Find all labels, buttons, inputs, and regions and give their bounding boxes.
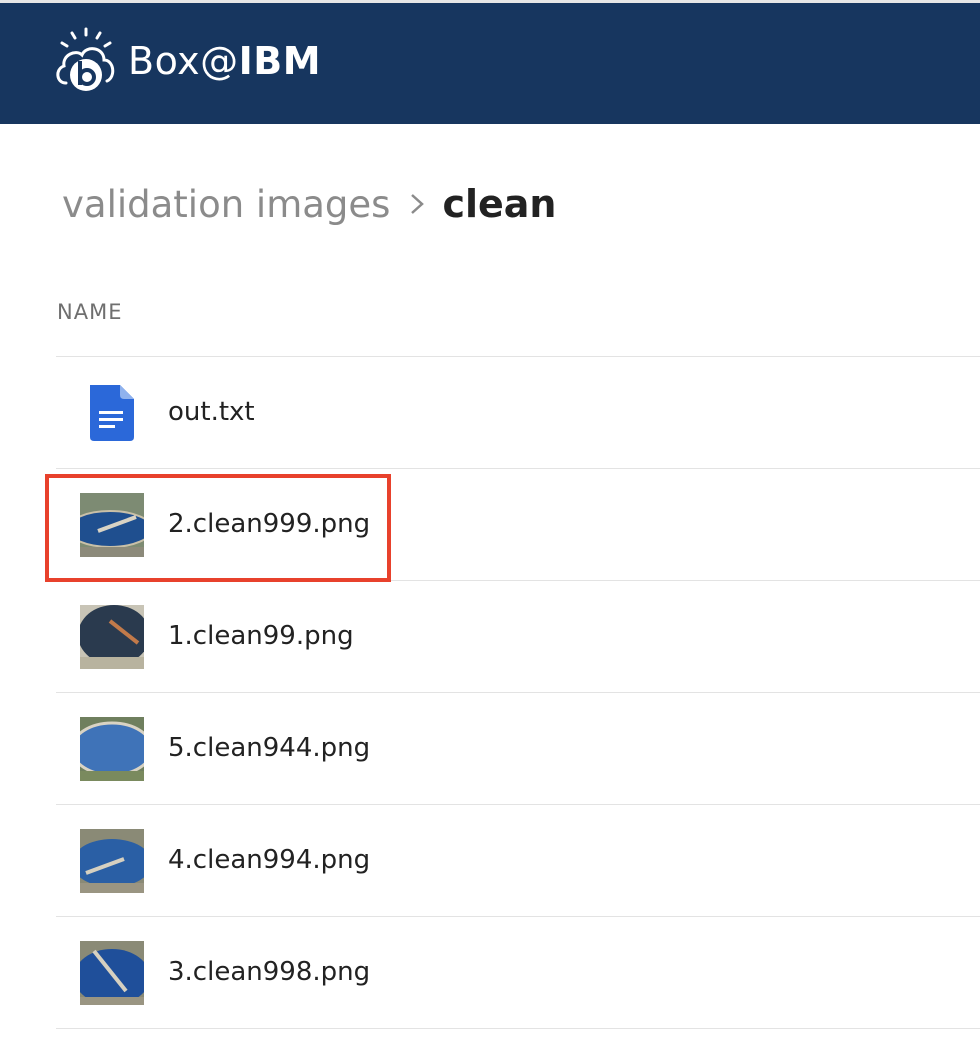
list-item[interactable]: out.txt (56, 356, 980, 468)
breadcrumb-current: clean (442, 182, 557, 226)
file-name: 3.clean998.png (168, 957, 371, 987)
image-thumbnail (80, 717, 144, 781)
file-name: 5.clean944.png (168, 733, 371, 763)
breadcrumb: validation images clean (62, 176, 556, 232)
list-item[interactable]: 5.clean944.png (56, 692, 980, 804)
app-header: Box@IBM (0, 3, 980, 124)
chevron-right-icon (411, 194, 425, 214)
image-thumbnail (80, 829, 144, 893)
box-cloud-logo-icon (56, 27, 115, 91)
file-name: out.txt (168, 397, 255, 427)
file-name: 4.clean994.png (168, 845, 371, 875)
app-title-brand: IBM (238, 39, 322, 83)
list-item[interactable]: 3.clean998.png (56, 916, 980, 1029)
image-thumbnail (80, 605, 144, 669)
image-thumbnail (80, 941, 144, 1005)
app-title: Box@IBM (128, 39, 321, 83)
document-icon (90, 385, 134, 441)
file-list: out.txt 2.clean999.png 1.clean99.png 5.c… (56, 356, 980, 1029)
file-name: 1.clean99.png (168, 621, 354, 651)
breadcrumb-parent-link[interactable]: validation images (62, 183, 390, 226)
box-ibm-logo[interactable]: Box@IBM (52, 25, 342, 97)
list-item[interactable]: 1.clean99.png (56, 580, 980, 692)
list-item[interactable]: 4.clean994.png (56, 804, 980, 916)
column-header-name[interactable]: NAME (57, 300, 122, 324)
selection-highlight-box (45, 474, 391, 582)
app-title-prefix: Box@ (128, 39, 239, 83)
